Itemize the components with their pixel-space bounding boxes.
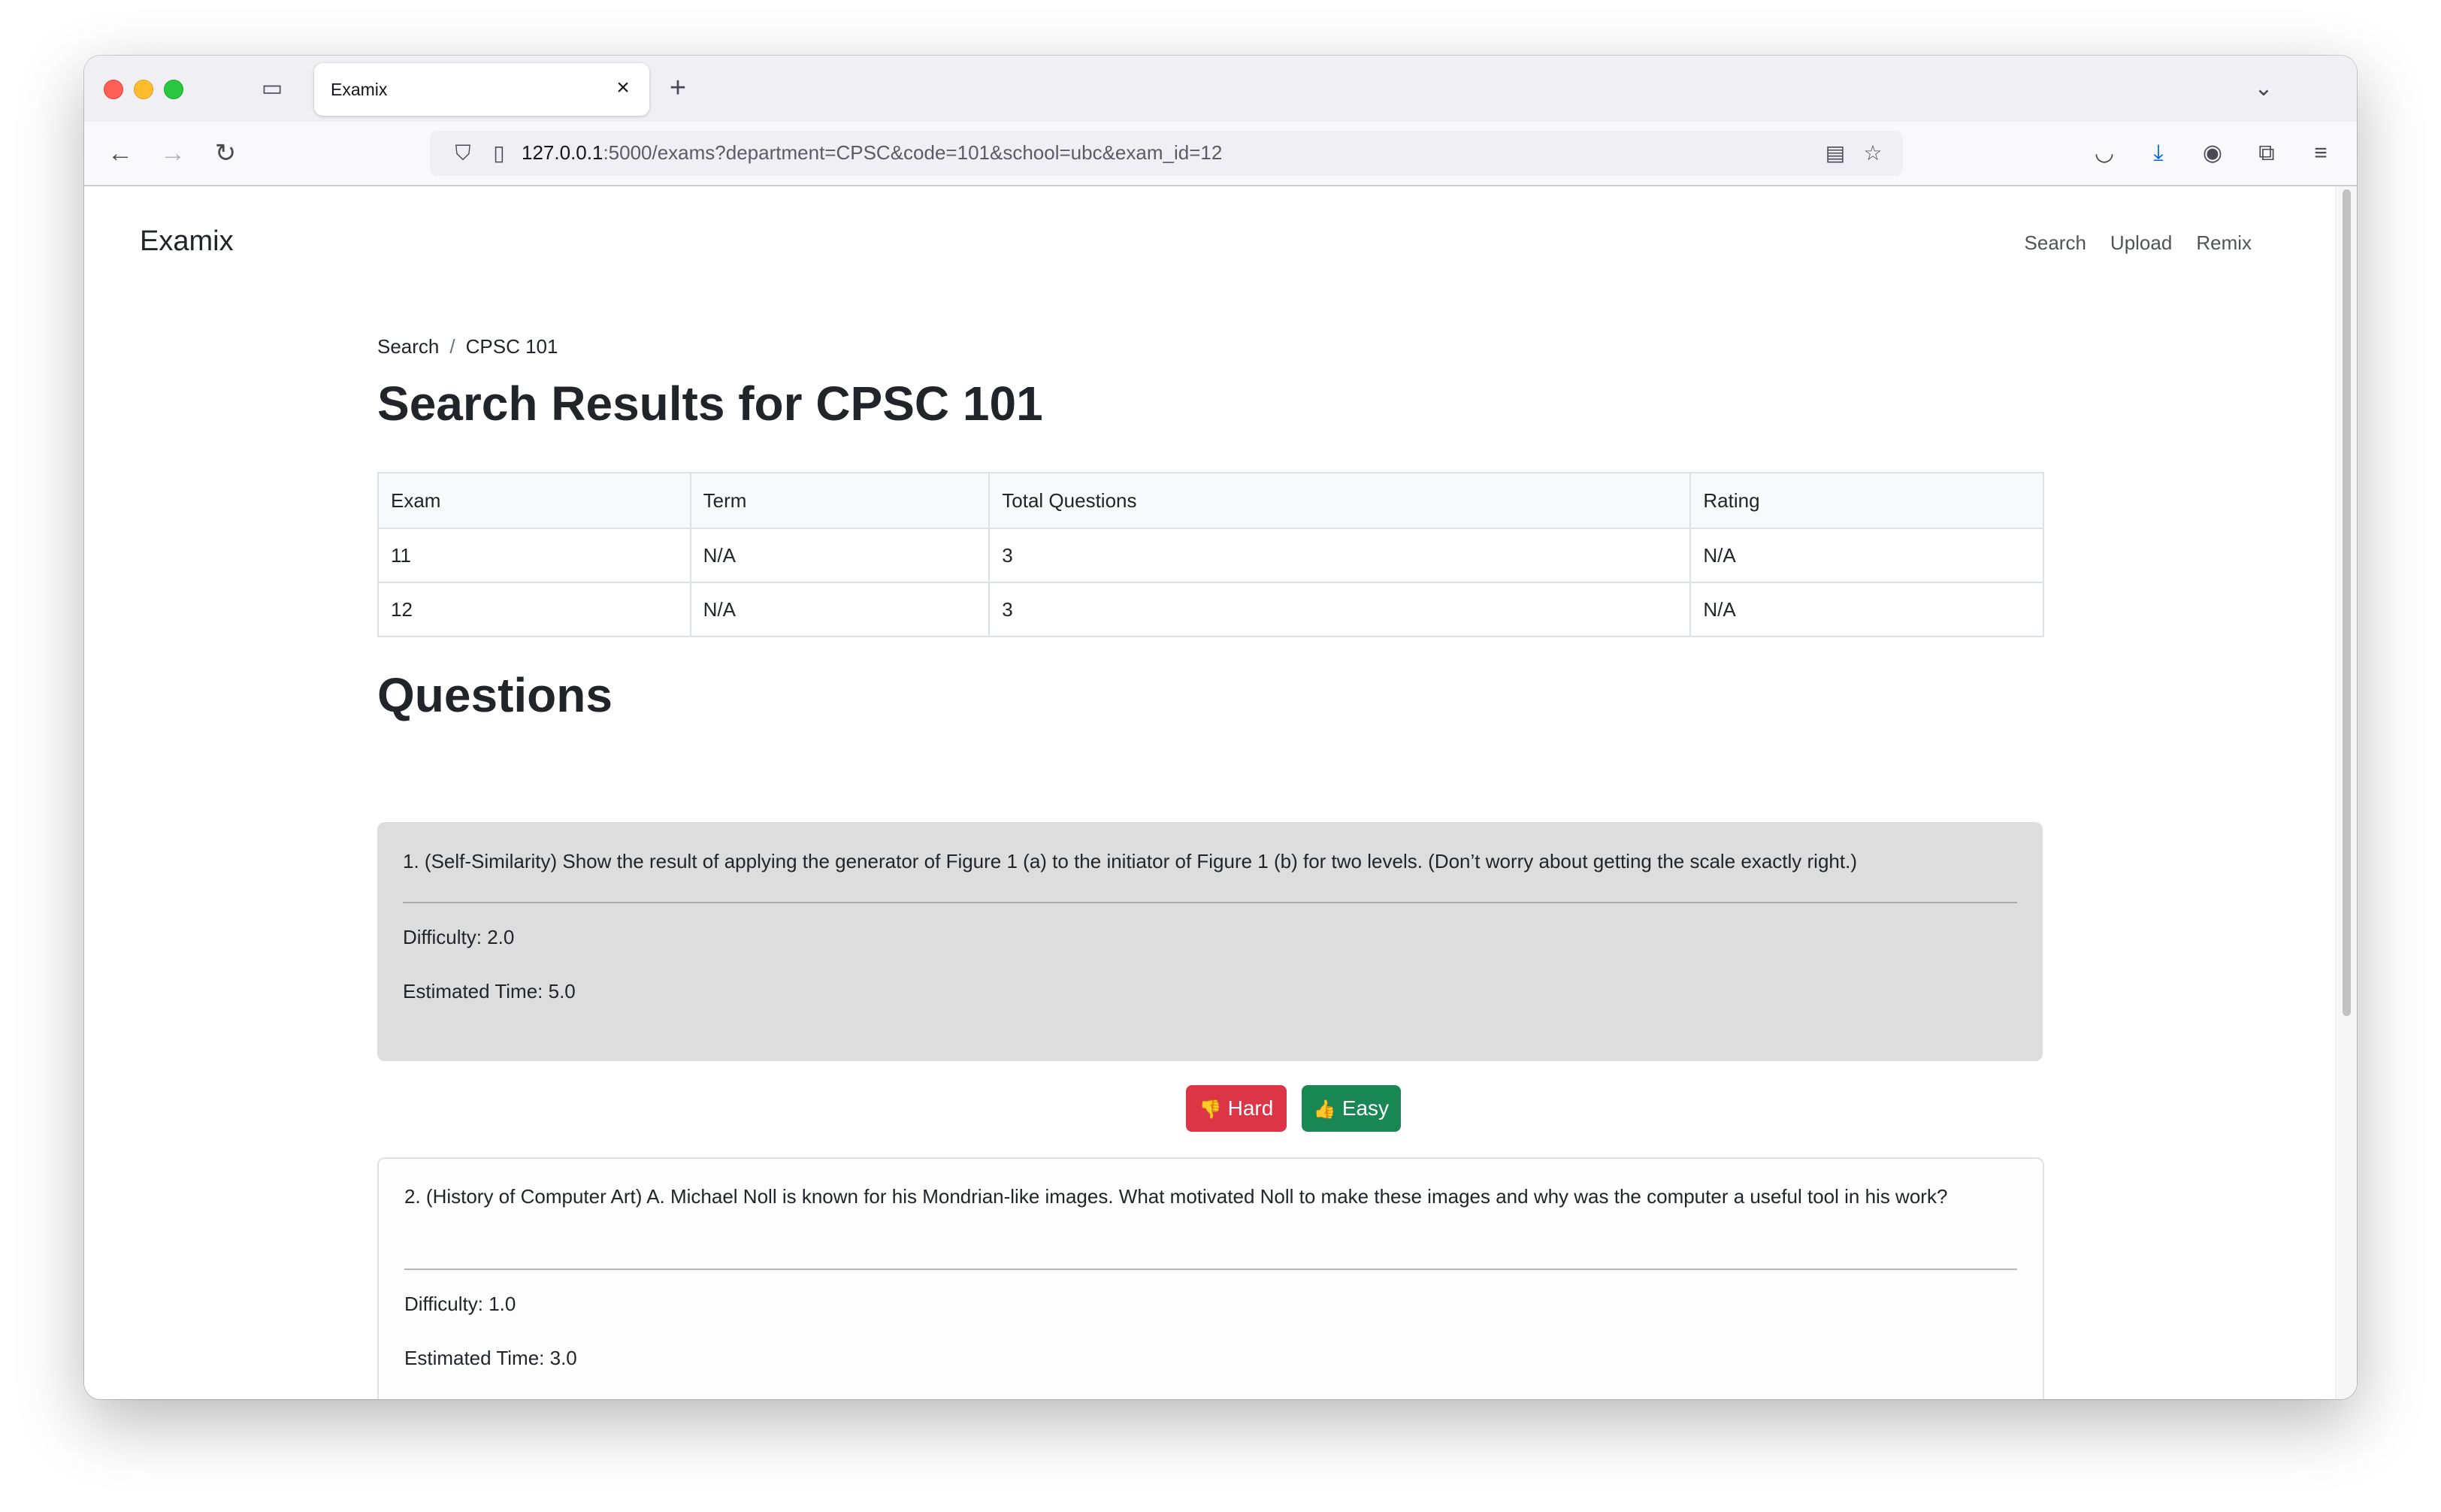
cell-rating: N/A [1689, 582, 2044, 637]
brand-logo[interactable]: Examix [140, 225, 234, 258]
nav-link-search[interactable]: Search [2025, 231, 2086, 255]
tab-title: Examix [331, 80, 388, 99]
menu-icon[interactable]: ≡ [2303, 135, 2339, 171]
zoom-window-button[interactable] [164, 80, 183, 99]
reader-view-icon[interactable]: ▤ [1822, 140, 1849, 167]
breadcrumb-search[interactable]: Search [377, 335, 439, 358]
table-row[interactable]: 11 N/A 3 N/A [377, 528, 2044, 583]
column-header-exam: Exam [377, 472, 691, 529]
tab-bar: ▭ Examix × + ⌄ [84, 56, 2357, 122]
forward-arrow-icon[interactable]: → [155, 135, 191, 171]
easy-button-label: Easy [1341, 1096, 1390, 1120]
close-window-button[interactable] [104, 80, 123, 99]
shield-icon[interactable]: ⛉ [449, 140, 476, 167]
column-header-total-questions: Total Questions [988, 472, 1692, 529]
cell-exam[interactable]: 12 [377, 582, 691, 637]
minimize-window-button[interactable] [134, 80, 153, 99]
divider [403, 902, 2017, 903]
divider [404, 1269, 2017, 1270]
cell-rating: N/A [1689, 528, 2044, 583]
page-icon: ▯ [493, 141, 505, 165]
close-icon[interactable]: × [610, 75, 636, 101]
table-row[interactable]: 12 N/A 3 N/A [377, 582, 2044, 637]
scrollbar-thumb[interactable] [2343, 189, 2351, 1016]
nav-link-upload[interactable]: Upload [2110, 231, 2172, 255]
question-estimated-time: Estimated Time: 5.0 [403, 980, 576, 1002]
hard-button[interactable]: 👎 Hard [1186, 1085, 1287, 1132]
tab-overview-icon[interactable]: ▭ [259, 75, 286, 102]
top-nav: Search Upload Remix [2025, 231, 2252, 255]
breadcrumb: Search / CPSC 101 [377, 335, 558, 358]
browser-tab[interactable]: Examix × [314, 63, 649, 116]
browser-window: ▭ Examix × + ⌄ ← → ↻ ⛉ ▯ 127.0.0.1:5000/… [84, 56, 2357, 1399]
scrollbar[interactable] [2335, 186, 2357, 1399]
account-icon[interactable]: ◉ [2194, 135, 2231, 171]
question-card: 2. (History of Computer Art) A. Michael … [377, 1157, 2044, 1399]
column-header-rating: Rating [1689, 472, 2044, 529]
cell-total-questions: 3 [988, 582, 1692, 637]
question-text: 2. (History of Computer Art) A. Michael … [404, 1185, 1948, 1208]
plus-icon[interactable]: + [663, 74, 693, 104]
question-estimated-time: Estimated Time: 3.0 [404, 1347, 577, 1369]
back-arrow-icon[interactable]: ← [102, 135, 138, 171]
download-icon[interactable]: ⤓ [2140, 135, 2176, 171]
breadcrumb-separator: / [449, 335, 455, 358]
chevron-down-icon[interactable]: ⌄ [2249, 74, 2279, 104]
url-host: 127.0.0.1 [522, 141, 603, 164]
extensions-icon[interactable]: ⧉ [2249, 135, 2285, 171]
question-difficulty: Difficulty: 2.0 [403, 926, 515, 948]
thumbs-down-icon: 👎 [1199, 1099, 1222, 1120]
hard-button-label: Hard [1227, 1096, 1274, 1120]
question-text: 1. (Self-Similarity) Show the result of … [403, 850, 1857, 872]
cell-term: N/A [689, 582, 991, 637]
exams-table: Exam Term Total Questions Rating 11 N/A … [377, 472, 2044, 637]
page-content: Examix Search Upload Remix Search / CPSC… [84, 186, 2357, 1399]
star-icon[interactable]: ☆ [1859, 140, 1886, 167]
table-header-row: Exam Term Total Questions Rating [377, 472, 2044, 529]
question-card: 1. (Self-Similarity) Show the result of … [377, 822, 2043, 1061]
address-bar[interactable]: ⛉ ▯ 127.0.0.1:5000/exams?department=CPSC… [430, 131, 1903, 176]
page-title: Search Results for CPSC 101 [377, 376, 1043, 431]
url-text[interactable]: 127.0.0.1:5000/exams?department=CPSC&cod… [522, 141, 1222, 165]
questions-heading: Questions [377, 668, 613, 722]
pocket-icon[interactable]: ◡ [2086, 135, 2122, 171]
question-difficulty: Difficulty: 1.0 [404, 1293, 516, 1315]
column-header-term: Term [689, 472, 991, 529]
reload-icon[interactable]: ↻ [207, 135, 243, 171]
nav-link-remix[interactable]: Remix [2196, 231, 2252, 255]
nav-toolbar: ← → ↻ ⛉ ▯ 127.0.0.1:5000/exams?departmen… [84, 122, 2357, 186]
cell-total-questions: 3 [988, 528, 1692, 583]
cell-exam[interactable]: 11 [377, 528, 691, 583]
breadcrumb-current: CPSC 101 [465, 335, 558, 358]
thumbs-up-icon: 👍 [1313, 1099, 1336, 1120]
easy-button[interactable]: 👍 Easy [1302, 1085, 1401, 1132]
url-path: :5000/exams?department=CPSC&code=101&sch… [603, 141, 1223, 164]
cell-term: N/A [689, 528, 991, 583]
